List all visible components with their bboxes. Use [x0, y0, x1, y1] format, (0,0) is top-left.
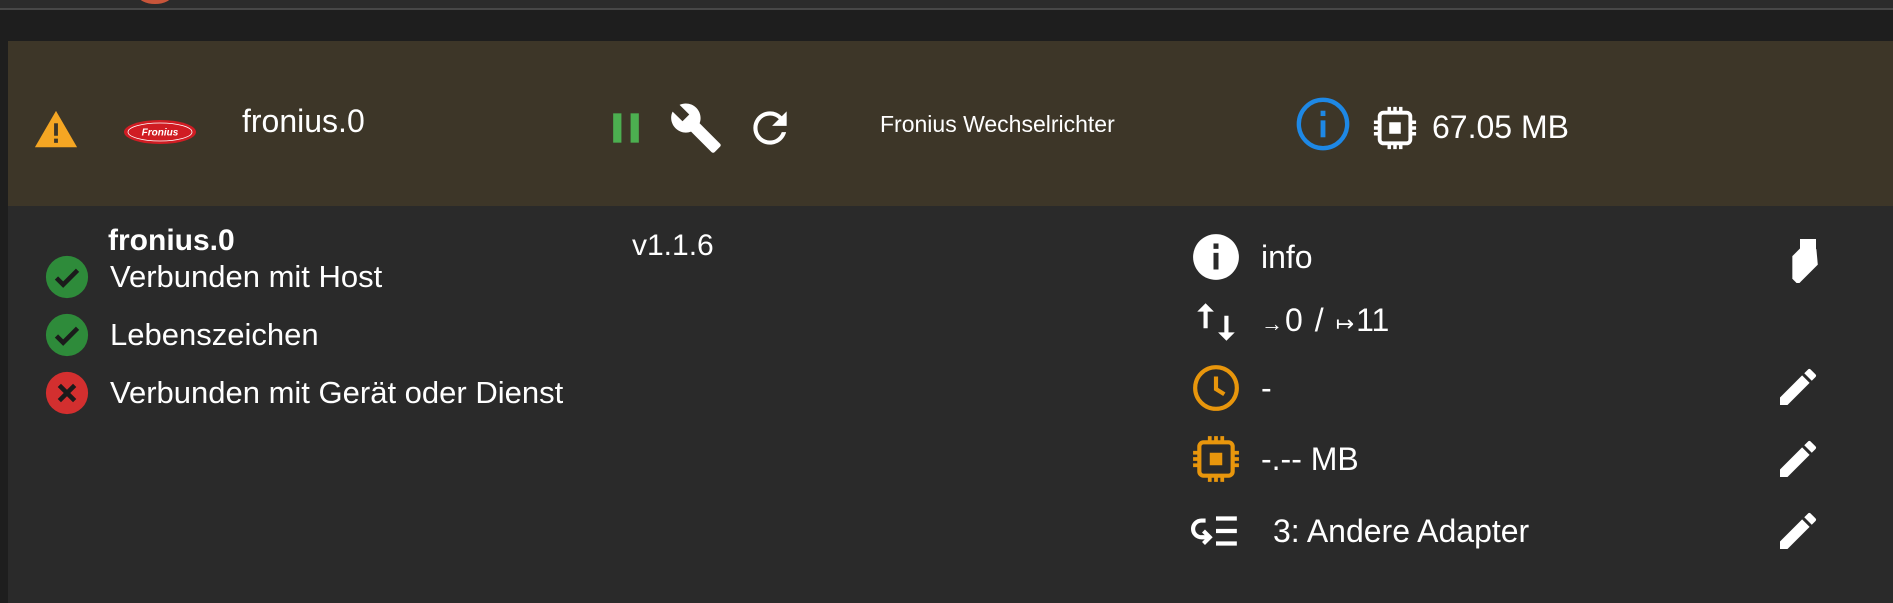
start-order-row: 3: Andere Adapter	[1191, 505, 1529, 557]
schedule-value: -	[1261, 370, 1272, 406]
chip-icon	[1193, 436, 1239, 482]
status-label: Lebenszeichen	[110, 317, 319, 352]
loglevel-value: info	[1261, 239, 1313, 275]
loglevel-row: info	[1191, 231, 1313, 283]
edit-start-order-button[interactable]	[1774, 507, 1822, 555]
status-alive: Lebenszeichen	[44, 310, 319, 360]
adapter-card: Fronius fronius.0 Fronius Wechselrichter…	[8, 41, 1893, 603]
close-circle-icon	[45, 371, 89, 415]
info-circle-icon	[1193, 234, 1239, 280]
clock-icon	[1193, 365, 1239, 411]
start-order-value: 3: Andere Adapter	[1273, 513, 1530, 549]
schedule-row: -	[1191, 362, 1272, 414]
adapter-header: Fronius fronius.0 Fronius Wechselrichter…	[8, 41, 1893, 206]
events-in-arrow: →	[1261, 311, 1283, 336]
status-label: Verbunden mit Gerät oder Dienst	[110, 375, 564, 410]
events-row: → 0 / ↦ 11	[1191, 296, 1389, 348]
status-label: Verbunden mit Host	[110, 259, 383, 294]
events-out-value: 11	[1356, 302, 1390, 338]
ram-limit-value: -.-- MB	[1261, 441, 1359, 477]
warning-icon	[34, 110, 78, 148]
check-circle-icon	[45, 313, 89, 357]
cleanup-button[interactable]	[1774, 235, 1822, 283]
swap-vertical-icon	[1197, 303, 1235, 341]
app-logo-peek	[138, 0, 172, 4]
edit-ram-limit-button[interactable]	[1774, 435, 1822, 483]
chip-icon	[1373, 106, 1417, 150]
status-connected-host: Verbunden mit Host	[44, 252, 382, 302]
memory-usage: 67.05 MB	[1432, 109, 1569, 145]
check-circle-icon	[45, 255, 89, 299]
brand-logo-text: Fronius	[142, 128, 179, 139]
status-connected-device: Verbunden mit Gerät oder Dienst	[44, 368, 563, 418]
settings-wrench-button[interactable]	[669, 101, 723, 155]
edit-schedule-button[interactable]	[1774, 363, 1822, 411]
sort-order-icon	[1191, 516, 1237, 546]
ram-limit-row: -.-- MB	[1191, 433, 1359, 485]
brand-logo: Fronius	[124, 120, 196, 144]
adapter-version: v1.1.6	[632, 229, 714, 262]
events-separator: /	[1314, 302, 1324, 338]
adapter-instance-name: fronius.0	[242, 103, 365, 139]
top-strip	[0, 0, 1893, 10]
adapter-description: Fronius Wechselrichter	[880, 111, 1115, 137]
reload-button[interactable]	[745, 103, 795, 153]
pause-button[interactable]	[604, 106, 648, 150]
events-in-value: 0	[1285, 302, 1303, 338]
info-button[interactable]	[1294, 95, 1352, 153]
events-out-arrow: ↦	[1335, 311, 1355, 336]
